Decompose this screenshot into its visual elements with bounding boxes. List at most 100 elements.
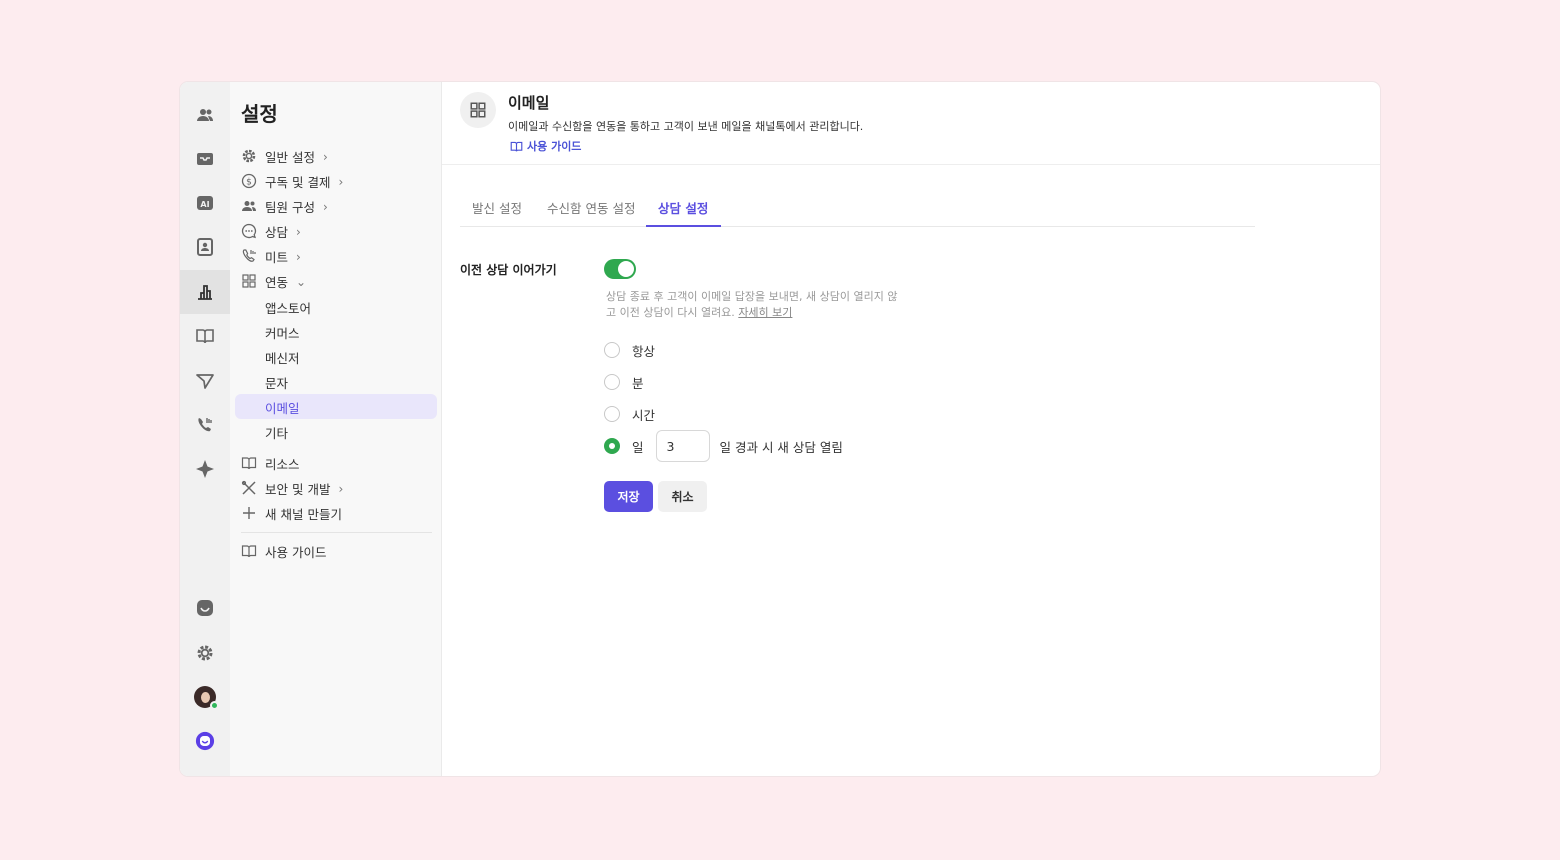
page-header: 이메일 이메일과 수신함을 연동을 통하고 고객이 보낸 메일을 채널톡에서 관… xyxy=(442,82,1380,165)
ai-icon[interactable]: AI xyxy=(180,181,230,225)
app-window: AI 설정 일반 설정 › $ 구독 및 결제 › 팀원 구성 › 상담 › 미… xyxy=(180,82,1380,776)
tab-inbox-integration[interactable]: 수신함 연동 설정 xyxy=(547,198,635,217)
continue-chat-toggle[interactable] xyxy=(604,259,636,279)
people-icon xyxy=(242,201,256,211)
sidebar-subitem-label: 메신저 xyxy=(265,351,300,366)
sidebar-subitem-label: 이메일 xyxy=(265,401,300,416)
sidebar-item-meet[interactable]: 미트 › xyxy=(230,244,442,269)
sidebar-item-label: 리소스 xyxy=(265,457,300,472)
settings-gear-icon[interactable] xyxy=(180,631,230,675)
chevron-right-icon: › xyxy=(322,199,328,214)
sidebar-divider xyxy=(241,532,432,533)
sidebar-item-subscription[interactable]: $ 구독 및 결제 › xyxy=(230,169,442,194)
days-input[interactable] xyxy=(655,430,710,462)
plus-icon xyxy=(243,507,255,519)
sidebar-item-guide[interactable]: 사용 가이드 xyxy=(230,539,442,564)
sidebar-item-label: 연동 xyxy=(265,275,289,290)
sidebar-item-label: 새 채널 만들기 xyxy=(265,507,342,522)
tab-chat-settings[interactable]: 상담 설정 xyxy=(658,198,708,217)
channel-talk-icon[interactable] xyxy=(180,586,230,630)
svg-text:$: $ xyxy=(246,178,252,188)
sidebar-item-label: 상담 xyxy=(265,225,289,240)
page-description: 이메일과 수신함을 연동을 통하고 고객이 보낸 메일을 채널톡에서 관리합니다… xyxy=(508,120,864,133)
radio-button[interactable] xyxy=(604,406,620,422)
send-icon[interactable] xyxy=(180,359,230,403)
chat-icon xyxy=(241,223,257,239)
chevron-right-icon: › xyxy=(338,174,344,189)
cancel-button[interactable]: 취소 xyxy=(658,481,707,512)
call-icon[interactable] xyxy=(180,403,230,447)
days-suffix-text: 일 경과 시 새 상담 열림 xyxy=(719,439,843,455)
phone-icon xyxy=(242,249,256,262)
settings-sidebar: 설정 일반 설정 › $ 구독 및 결제 › 팀원 구성 › 상담 › 미트 › xyxy=(230,82,442,776)
chevron-down-icon: ⌄ xyxy=(296,274,307,289)
statistics-icon[interactable] xyxy=(180,270,230,314)
page-title: 이메일 xyxy=(508,94,550,112)
sidebar-subitem-email[interactable]: 이메일 xyxy=(235,394,437,419)
icon-rail: AI xyxy=(180,82,230,776)
user-avatar[interactable] xyxy=(180,675,230,719)
chevron-right-icon: › xyxy=(296,224,301,239)
learn-more-link[interactable]: 자세히 보기 xyxy=(738,306,792,319)
sidebar-item-label: 구독 및 결제 xyxy=(265,175,331,190)
grid-icon xyxy=(242,274,256,288)
sidebar-item-label: 일반 설정 xyxy=(265,150,315,165)
radio-button[interactable] xyxy=(604,342,620,358)
radio-label: 시간 xyxy=(632,407,656,423)
sidebar-subitem-label: 커머스 xyxy=(265,326,300,341)
active-tab-indicator xyxy=(646,225,721,227)
contacts-icon[interactable] xyxy=(180,93,230,137)
sidebar-title: 설정 xyxy=(241,102,278,126)
dollar-icon: $ xyxy=(241,173,257,189)
svg-text:AI: AI xyxy=(200,200,209,209)
radio-option-hours[interactable]: 시간 xyxy=(604,404,655,424)
sidebar-subitem-label: 문자 xyxy=(265,376,289,391)
book-icon xyxy=(510,141,523,151)
sidebar-item-label: 미트 xyxy=(265,250,289,265)
tools-icon xyxy=(241,480,256,495)
inbox-icon[interactable] xyxy=(180,137,230,181)
sidebar-item-new-channel[interactable]: 새 채널 만들기 xyxy=(230,501,442,526)
radio-option-always[interactable]: 항상 xyxy=(604,340,655,360)
book-icon xyxy=(241,545,257,558)
tab-outgoing[interactable]: 발신 설정 xyxy=(472,198,522,217)
avatar xyxy=(194,686,219,710)
radio-option-days[interactable]: 일 일 경과 시 새 상담 열림 xyxy=(604,430,843,462)
document-icon[interactable] xyxy=(180,314,230,358)
main-content: 이메일 이메일과 수신함을 연동을 통하고 고객이 보낸 메일을 채널톡에서 관… xyxy=(442,82,1380,776)
book-icon xyxy=(241,457,257,470)
guide-link-label: 사용 가이드 xyxy=(527,140,582,153)
radio-button[interactable] xyxy=(604,374,620,390)
brand-logo-icon[interactable] xyxy=(180,719,230,763)
settings-tabs: 발신 설정 수신함 연동 설정 상담 설정 xyxy=(460,192,1255,227)
sidebar-item-label: 팀원 구성 xyxy=(265,200,315,215)
radio-label: 항상 xyxy=(632,343,656,359)
sidebar-item-integration[interactable]: 연동 ⌄ xyxy=(230,269,442,294)
sidebar-item-label: 보안 및 개발 xyxy=(265,482,331,497)
radio-option-minutes[interactable]: 분 xyxy=(604,372,644,392)
sidebar-item-security[interactable]: 보안 및 개발 › xyxy=(230,476,442,501)
sidebar-subitem-sms[interactable]: 문자 xyxy=(230,369,442,394)
sidebar-item-team[interactable]: 팀원 구성 › xyxy=(230,194,442,219)
radio-button-selected[interactable] xyxy=(604,438,620,454)
continue-chat-label: 이전 상담 이어가기 xyxy=(460,263,557,277)
sidebar-item-general[interactable]: 일반 설정 › xyxy=(230,144,442,169)
save-button[interactable]: 저장 xyxy=(604,481,653,512)
sidebar-subitem-other[interactable]: 기타 xyxy=(230,419,442,444)
sidebar-subitem-label: 앱스토어 xyxy=(265,301,312,316)
online-status-dot xyxy=(210,701,219,710)
chevron-right-icon: › xyxy=(322,149,328,164)
sparkle-icon[interactable] xyxy=(180,447,230,491)
guide-link[interactable]: 사용 가이드 xyxy=(510,138,581,154)
sidebar-subitem-messenger[interactable]: 메신저 xyxy=(230,344,442,369)
chevron-right-icon: › xyxy=(296,249,301,264)
sidebar-item-label: 사용 가이드 xyxy=(265,545,327,560)
chevron-right-icon: › xyxy=(338,481,344,496)
sidebar-subitem-commerce[interactable]: 커머스 xyxy=(230,319,442,344)
sidebar-subitem-label: 기타 xyxy=(265,426,289,441)
sidebar-item-resources[interactable]: 리소스 xyxy=(230,451,442,476)
sidebar-subitem-appstore[interactable]: 앱스토어 xyxy=(230,294,442,319)
sidebar-item-chat[interactable]: 상담 › xyxy=(230,219,442,244)
grid-icon xyxy=(460,92,496,128)
address-book-icon[interactable] xyxy=(180,225,230,269)
